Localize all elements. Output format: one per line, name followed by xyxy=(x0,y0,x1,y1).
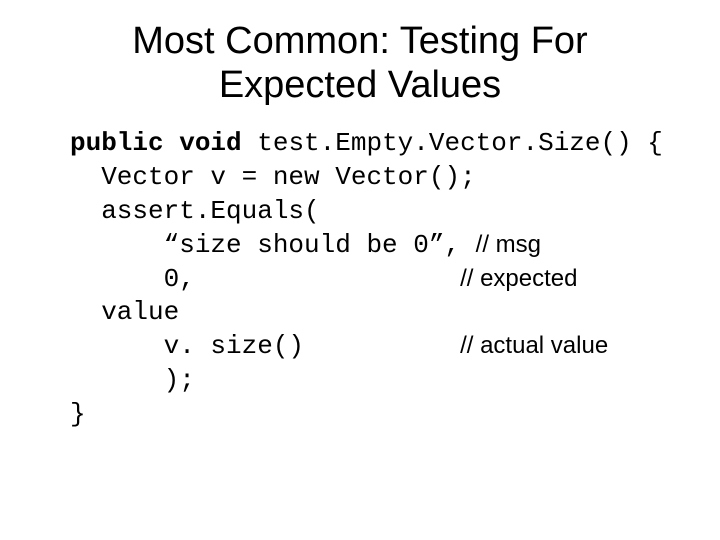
code-line-9: } xyxy=(70,399,86,429)
comment-expected: // expected xyxy=(460,265,577,292)
title-line-2: Expected Values xyxy=(219,64,501,106)
code-line-3: assert.Equals( xyxy=(70,196,320,226)
comment-actual: // actual value xyxy=(460,332,608,359)
code-line-4a: “size should be 0”, xyxy=(70,230,476,260)
slide-title: Most Common: Testing For Expected Values xyxy=(60,20,660,107)
code-line-1b: test.Empty.Vector.Size() { xyxy=(242,128,663,158)
code-block: public void test.Empty.Vector.Size() { V… xyxy=(70,127,660,431)
code-line-6: value xyxy=(70,297,179,327)
title-line-1: Most Common: Testing For xyxy=(132,20,587,62)
code-line-5a: 0, xyxy=(70,264,460,294)
code-line-2: Vector v = new Vector(); xyxy=(70,162,476,192)
code-keywords: public void xyxy=(70,128,242,158)
code-line-7a: v. size() xyxy=(70,331,460,361)
code-line-8: ); xyxy=(70,365,195,395)
slide-container: Most Common: Testing For Expected Values… xyxy=(0,0,720,432)
comment-msg: // msg xyxy=(476,231,541,258)
